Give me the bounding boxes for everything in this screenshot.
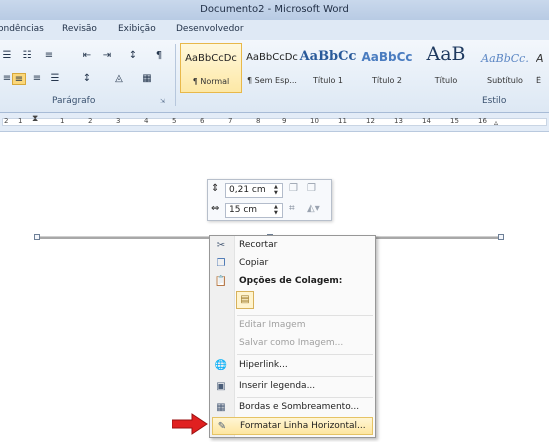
hyperlink-icon: 🌐: [214, 360, 228, 371]
menu-item-recortar[interactable]: ✂ Recortar: [212, 237, 373, 255]
align-right-icon[interactable]: ≡: [30, 73, 44, 85]
menu-separator: [237, 315, 373, 316]
ruler-number: 11: [338, 117, 347, 125]
shape-height-value: 0,21 cm: [229, 185, 266, 195]
paste-option-icon: ▤: [240, 294, 250, 305]
right-indent-marker-icon[interactable]: ▵: [494, 118, 498, 127]
scissors-icon: ✂: [216, 240, 226, 251]
menu-item-hiperlink[interactable]: 🌐 Hiperlink...: [212, 357, 373, 375]
style-titulo[interactable]: AaB Título: [415, 43, 477, 93]
resize-handle[interactable]: [498, 234, 504, 240]
spinner-arrows-icon[interactable]: ▲ ▼: [274, 204, 281, 216]
red-arrow-icon: [172, 413, 208, 435]
increase-indent-icon[interactable]: ⇥: [100, 50, 114, 62]
decrease-indent-icon[interactable]: ⇤: [80, 50, 94, 62]
shape-height-input[interactable]: 0,21 cm ▲ ▼: [225, 183, 283, 198]
window-title: Documento2 - Microsoft Word: [200, 4, 349, 15]
menu-separator: [237, 354, 373, 355]
menu-item-formatar-linha-horizontal[interactable]: ✎ Formatar Linha Horizontal...: [212, 417, 373, 435]
shape-width-input[interactable]: 15 cm ▲ ▼: [225, 203, 283, 218]
tab-revisao[interactable]: Revisão: [62, 24, 97, 34]
copy-icon: ❐: [216, 258, 226, 269]
ruler-track: [2, 118, 547, 126]
group-separator: [175, 44, 176, 106]
ruler-number: 1: [60, 117, 65, 125]
ruler-number: 4: [144, 117, 149, 125]
ruler-number: 9: [282, 117, 287, 125]
ruler-number: 6: [200, 117, 205, 125]
shape-width-icon: ⇔: [211, 203, 220, 214]
style-enfase[interactable]: A Ê: [536, 43, 549, 93]
show-marks-button[interactable]: ¶: [152, 50, 166, 62]
tab-desenvolvedor[interactable]: Desenvolvedor: [176, 24, 244, 34]
style-titulo-1[interactable]: AaBbCc Título 1: [297, 43, 359, 93]
menu-item-bordas-sombreamento[interactable]: ▦ Bordas e Sombreamento...: [212, 399, 373, 417]
caption-icon: ▣: [216, 381, 226, 392]
ruler-number: 13: [394, 117, 403, 125]
styles-gallery: AaBbCcDc ¶ Normal AaBbCcDc ¶ Sem Esp... …: [178, 43, 549, 93]
title-bar: Documento2 - Microsoft Word: [0, 0, 549, 20]
multilevel-list-icon[interactable]: ≡: [42, 50, 56, 62]
paragraph-group-label: Parágrafo: [52, 96, 96, 106]
ruler-number: 2: [4, 117, 9, 125]
ruler-number: 15: [450, 117, 459, 125]
ribbon: ☰ ☷ ≡ ⇤ ⇥ ↕ ¶ ≡ ≡ ≡ ☰ ↕ ◬ ▦ Parágrafo ⇲ …: [0, 40, 549, 113]
style-sem-espacamento[interactable]: AaBbCcDc ¶ Sem Esp...: [241, 43, 303, 93]
sort-icon[interactable]: ↕: [126, 50, 140, 62]
style-subtitulo[interactable]: AaBbCc. Subtítulo: [474, 43, 536, 93]
menu-item-copiar[interactable]: ❐ Copiar: [212, 255, 373, 273]
dialog-launcher-icon[interactable]: ⇲: [160, 98, 165, 105]
ruler-number: 8: [256, 117, 261, 125]
style-normal[interactable]: AaBbCcDc ¶ Normal: [180, 43, 242, 93]
menu-item-editar-imagem: Editar Imagem: [239, 320, 306, 330]
justify-icon[interactable]: ☰: [48, 73, 62, 85]
ruler-number: 1: [18, 117, 23, 125]
shape-height-icon: ⇕: [211, 183, 220, 194]
bullets-icon[interactable]: ☰: [0, 50, 14, 62]
paste-keep-source-button[interactable]: ▤: [236, 291, 254, 309]
tab-exibicao[interactable]: Exibição: [118, 24, 156, 34]
indent-marker-icon[interactable]: ⧗: [32, 114, 38, 124]
menu-item-salvar-como-imagem: Salvar como Imagem...: [239, 338, 344, 348]
menu-item-opcoes-colagem: 📋 Opções de Colagem:: [214, 276, 343, 287]
ruler-number: 7: [228, 117, 233, 125]
menu-separator: [237, 376, 373, 377]
crop-icon[interactable]: ⌗: [289, 203, 295, 214]
bring-forward-icon[interactable]: ❐: [289, 183, 298, 194]
style-titulo-2[interactable]: AaBbCc Título 2: [356, 43, 418, 93]
menu-item-inserir-legenda[interactable]: ▣ Inserir legenda...: [212, 378, 373, 396]
text-wrap-icon[interactable]: ◭▾: [307, 203, 320, 214]
send-backward-icon[interactable]: ❐: [307, 183, 316, 194]
borders-icon[interactable]: ▦: [140, 73, 154, 85]
shading-icon[interactable]: ◬: [112, 73, 126, 85]
ruler-number: 5: [172, 117, 177, 125]
ruler-number: 2: [88, 117, 93, 125]
line-spacing-icon[interactable]: ↕: [80, 73, 94, 85]
ruler-number: 14: [422, 117, 431, 125]
mini-toolbar: ⇕ 0,21 cm ▲ ▼ ❐ ❐ ⇔ 15 cm ▲ ▼ ⌗ ◭▾: [207, 179, 332, 221]
ruler-number: 12: [366, 117, 375, 125]
spinner-arrows-icon[interactable]: ▲ ▼: [274, 184, 281, 196]
ribbon-tabs: ondências Revisão Exibição Desenvolvedor: [0, 20, 549, 40]
format-line-icon: ✎: [217, 421, 227, 432]
numbering-icon[interactable]: ☷: [20, 50, 34, 62]
shape-width-value: 15 cm: [229, 205, 258, 215]
ruler-number: 16: [478, 117, 487, 125]
resize-handle[interactable]: [34, 234, 40, 240]
ruler-number: 3: [116, 117, 121, 125]
paste-icon: 📋: [214, 276, 228, 287]
styles-group-label: Estilo: [482, 96, 507, 106]
align-center-icon[interactable]: ≡: [12, 73, 26, 85]
tab-correspondencias[interactable]: ondências: [0, 24, 44, 34]
menu-separator: [237, 397, 373, 398]
horizontal-ruler[interactable]: ⧗ ▵ 2 1 1 2 3 4 5 6 7 8 9 10 11 12 13 14…: [0, 113, 549, 132]
context-menu: ✂ Recortar ❐ Copiar 📋 Opções de Colagem:…: [209, 235, 376, 438]
ruler-number: 10: [310, 117, 319, 125]
borders-icon: ▦: [216, 402, 226, 413]
